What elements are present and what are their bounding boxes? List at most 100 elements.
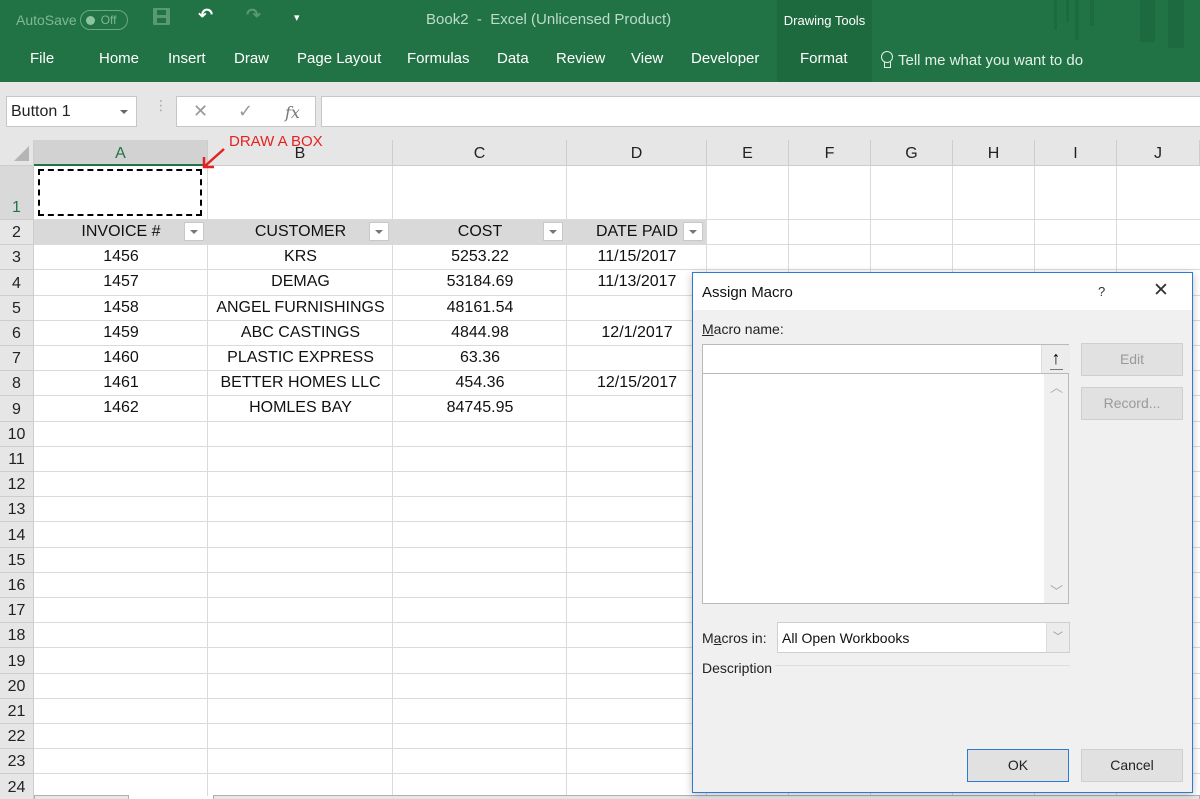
row-header-10[interactable]: 10 (0, 421, 34, 447)
enter-formula-icon[interactable]: ✓ (238, 101, 253, 122)
collapse-dialog-arrow-up-icon[interactable]: ↑ (1041, 345, 1070, 374)
row-header-18[interactable]: 18 (0, 623, 34, 649)
table-cell[interactable]: 1457 (34, 273, 208, 298)
insert-function-icon[interactable]: fx (285, 103, 300, 122)
filter-dropdown-button[interactable] (543, 222, 563, 241)
table-cell[interactable]: 11/15/2017 (567, 248, 707, 273)
table-cell[interactable] (567, 349, 707, 374)
tab-page-layout[interactable]: Page Layout (297, 50, 381, 67)
column-header-i[interactable]: I (1035, 140, 1117, 166)
horizontal-scrollbar[interactable] (213, 795, 1200, 799)
row-header-2[interactable]: 2 (0, 220, 34, 246)
column-header-a[interactable]: A (34, 140, 208, 166)
autosave-toggle[interactable]: Off (79, 10, 128, 30)
close-icon[interactable]: ✕ (1153, 279, 1169, 302)
name-box[interactable]: Button 1 (6, 96, 137, 127)
chevron-down-icon[interactable]: ﹀ (1050, 581, 1063, 600)
row-header-5[interactable]: 5 (0, 295, 34, 321)
row-header-17[interactable]: 17 (0, 598, 34, 624)
customize-qat-icon[interactable]: ▾ (294, 9, 300, 27)
grip-icon[interactable]: ⋮ (154, 98, 168, 112)
table-cell[interactable]: HOMLES BAY (208, 399, 393, 424)
table-header-cell[interactable]: INVOICE # (34, 223, 208, 248)
select-all-button[interactable] (0, 140, 34, 166)
table-cell[interactable]: 63.36 (393, 349, 567, 374)
cancel-formula-icon[interactable]: ✕ (193, 101, 208, 122)
tab-home[interactable]: Home (99, 50, 139, 67)
column-header-g[interactable]: G (871, 140, 953, 166)
row-header-14[interactable]: 14 (0, 522, 34, 548)
drawn-button-shape[interactable] (38, 169, 202, 216)
row-header-22[interactable]: 22 (0, 724, 34, 750)
table-cell[interactable]: 1459 (34, 324, 208, 349)
table-cell[interactable]: 1460 (34, 349, 208, 374)
row-header-19[interactable]: 19 (0, 648, 34, 674)
row-header-20[interactable]: 20 (0, 673, 34, 699)
tab-insert[interactable]: Insert (168, 50, 206, 67)
chevron-down-icon[interactable]: ﹀ (1046, 623, 1069, 652)
cancel-button[interactable]: Cancel (1081, 749, 1183, 782)
macro-name-input[interactable]: ↑ (702, 344, 1070, 374)
table-header-cell[interactable]: COST (393, 223, 567, 248)
chevron-down-icon[interactable] (120, 110, 128, 114)
table-cell[interactable]: 5253.22 (393, 248, 567, 273)
row-header-1[interactable]: 1 (0, 166, 34, 220)
table-cell[interactable]: 1461 (34, 374, 208, 399)
table-cell[interactable]: 12/1/2017 (567, 324, 707, 349)
row-header-8[interactable]: 8 (0, 371, 34, 397)
table-cell[interactable]: 4844.98 (393, 324, 567, 349)
tell-me-search[interactable]: Tell me what you want to do (880, 51, 1083, 69)
macro-list[interactable]: ︿ ﹀ (702, 373, 1069, 604)
table-cell[interactable]: 12/15/2017 (567, 374, 707, 399)
column-header-h[interactable]: H (953, 140, 1035, 166)
tab-data[interactable]: Data (497, 50, 529, 67)
tab-developer[interactable]: Developer (691, 50, 759, 67)
row-header-7[interactable]: 7 (0, 346, 34, 372)
row-header-23[interactable]: 23 (0, 749, 34, 775)
column-header-d[interactable]: D (567, 140, 707, 166)
row-header-15[interactable]: 15 (0, 547, 34, 573)
row-header-13[interactable]: 13 (0, 497, 34, 523)
macros-in-select[interactable]: All Open Workbooks ﹀ (777, 622, 1070, 653)
dialog-title-bar[interactable]: Assign Macro ? ✕ (693, 273, 1192, 310)
redo-icon[interactable]: ↷ (246, 6, 261, 24)
table-cell[interactable]: 1456 (34, 248, 208, 273)
table-header-cell[interactable]: CUSTOMER (208, 223, 393, 248)
column-header-j[interactable]: J (1117, 140, 1200, 166)
row-header-24[interactable]: 24 (0, 774, 34, 799)
table-cell[interactable]: KRS (208, 248, 393, 273)
table-cell[interactable]: ABC CASTINGS (208, 324, 393, 349)
table-cell[interactable]: 84745.95 (393, 399, 567, 424)
record-button[interactable]: Record... (1081, 387, 1183, 420)
filter-dropdown-button[interactable] (369, 222, 389, 241)
ok-button[interactable]: OK (967, 749, 1069, 782)
row-header-16[interactable]: 16 (0, 572, 34, 598)
filter-dropdown-button[interactable] (184, 222, 204, 241)
table-cell[interactable]: 53184.69 (393, 273, 567, 298)
table-cell[interactable]: ANGEL FURNISHINGS (208, 299, 393, 324)
column-header-f[interactable]: F (789, 140, 871, 166)
table-cell[interactable]: 48161.54 (393, 299, 567, 324)
table-cell[interactable]: 11/13/2017 (567, 273, 707, 298)
row-header-9[interactable]: 9 (0, 396, 34, 422)
table-cell[interactable]: DEMAG (208, 273, 393, 298)
table-cell[interactable] (567, 399, 707, 424)
filter-dropdown-button[interactable] (683, 222, 703, 241)
table-cell[interactable]: 1462 (34, 399, 208, 424)
table-cell[interactable]: BETTER HOMES LLC (208, 374, 393, 399)
chevron-up-icon[interactable]: ︿ (1050, 377, 1063, 396)
tab-review[interactable]: Review (556, 50, 605, 67)
tab-formulas[interactable]: Formulas (407, 50, 470, 67)
tab-file[interactable]: File (30, 50, 54, 67)
save-icon[interactable] (153, 8, 170, 25)
row-header-12[interactable]: 12 (0, 472, 34, 498)
column-header-e[interactable]: E (707, 140, 789, 166)
tab-format[interactable]: Format (800, 50, 848, 67)
row-header-6[interactable]: 6 (0, 320, 34, 346)
tab-view[interactable]: View (631, 50, 663, 67)
table-cell[interactable]: 1458 (34, 299, 208, 324)
help-icon[interactable]: ? (1098, 284, 1105, 299)
tab-draw[interactable]: Draw (234, 50, 269, 67)
row-header-11[interactable]: 11 (0, 446, 34, 472)
formula-input[interactable] (321, 96, 1200, 127)
